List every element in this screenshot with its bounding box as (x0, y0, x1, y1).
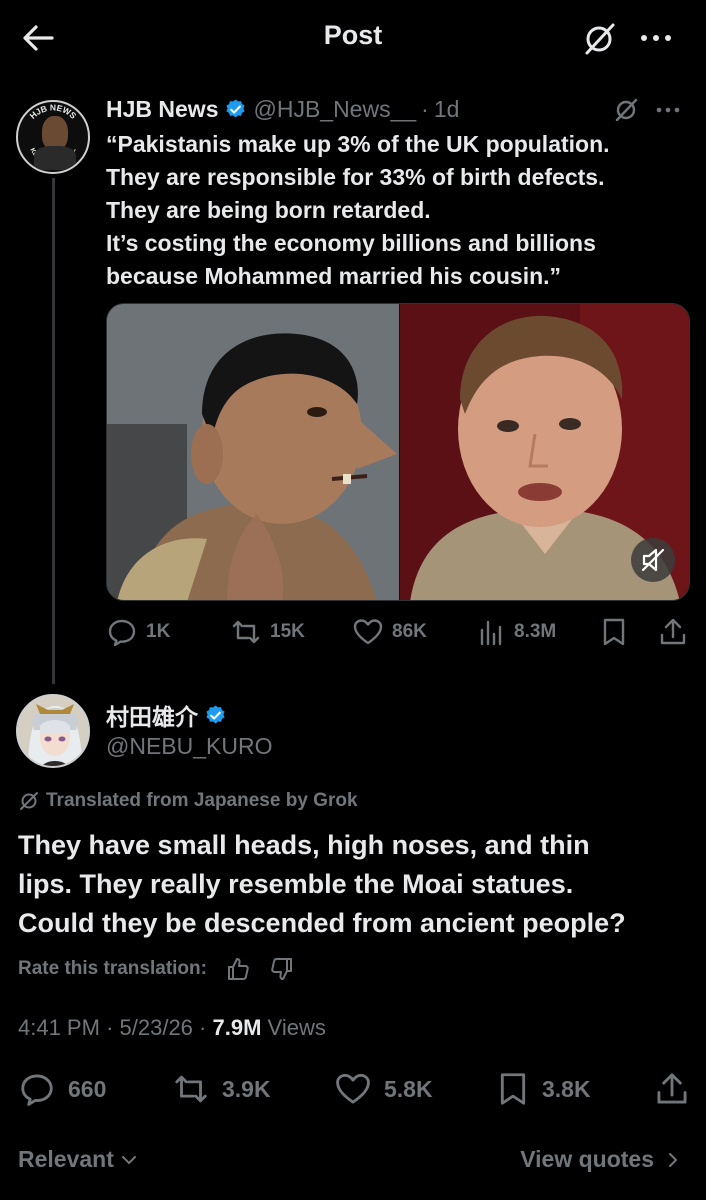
bookmark-count: 3.8K (542, 1075, 591, 1102)
like-count: 86K (392, 621, 427, 642)
grok-icon (585, 23, 615, 55)
reply-button[interactable]: 660 (18, 1066, 106, 1112)
grok-icon (20, 792, 38, 810)
repost-button[interactable]: 3.9K (172, 1066, 271, 1112)
avatar-shirt (34, 146, 76, 170)
author-handle[interactable]: @NEBU_KURO (106, 733, 273, 760)
reply-icon (21, 1074, 53, 1106)
thumbs-down-icon[interactable] (269, 956, 295, 982)
grok-button-small[interactable] (612, 96, 640, 124)
post-text-line: They have small heads, high noses, and t… (18, 830, 590, 860)
translation-note-text: Translated from Japanese by Grok (46, 790, 358, 811)
author-name[interactable]: HJB News (106, 96, 218, 123)
repost-icon (175, 1075, 207, 1103)
post-text-line: They are responsible for 33% of birth de… (106, 164, 605, 190)
post-text: “Pakistanis make up 3% of the UK populat… (106, 128, 696, 293)
reply-icon (108, 619, 136, 647)
media-left-image (107, 304, 399, 600)
views-icon (480, 620, 502, 646)
avatar[interactable] (16, 694, 90, 768)
post-text: They have small heads, high noses, and t… (18, 826, 698, 943)
post-text-line: It’s costing the economy billions and bi… (106, 230, 596, 256)
more-icon (641, 35, 671, 41)
anime-avatar-figure (18, 696, 88, 766)
thumbs-up-icon[interactable] (225, 956, 251, 982)
repost-count: 15K (270, 621, 305, 642)
author-name[interactable]: 村田雄介 (106, 698, 198, 732)
views-count: 8.3M (514, 621, 557, 642)
bookmark-icon (603, 618, 625, 646)
post-actions: 1K 15K 86K 8.3M (106, 612, 690, 652)
like-button[interactable]: 5.8K (334, 1066, 433, 1112)
share-icon (660, 618, 686, 645)
translation-note[interactable]: Translated from Japanese by Grok (18, 790, 358, 812)
more-button-small[interactable] (652, 98, 684, 122)
share-button[interactable] (658, 612, 696, 652)
post-text-line: They are being born retarded. (106, 197, 431, 223)
views-button[interactable]: 8.3M (478, 612, 556, 652)
sort-label: Relevant (18, 1146, 114, 1172)
bookmark-icon (500, 1073, 526, 1105)
more-button[interactable] (636, 20, 676, 56)
grok-button[interactable] (580, 20, 618, 58)
post-text-line: “Pakistanis make up 3% of the UK populat… (106, 131, 610, 157)
reply-count: 1K (146, 621, 171, 642)
chevron-down-icon (121, 1155, 136, 1164)
avatar[interactable]: HJB NEWS KEEPING IT REAL (16, 100, 90, 174)
avatar-face (42, 116, 68, 150)
like-icon (336, 1073, 370, 1104)
view-quotes-link[interactable]: View quotes (520, 1146, 684, 1173)
mute-button[interactable] (631, 538, 675, 582)
rate-translation: Rate this translation: (18, 956, 295, 982)
post-actions: 660 3.9K 5.8K 3.8K (18, 1066, 694, 1112)
verified-icon (226, 98, 246, 117)
bookmark-button[interactable] (600, 612, 636, 652)
like-button[interactable]: 86K (352, 612, 427, 652)
meta-separator: · (199, 1015, 207, 1040)
bookmark-button[interactable]: 3.8K (496, 1066, 591, 1112)
repost-button[interactable]: 15K (230, 612, 305, 652)
reply-count: 660 (68, 1075, 107, 1102)
chevron-right-icon (669, 1152, 677, 1167)
more-icon (656, 107, 680, 113)
post-date[interactable]: 5/23/26 (120, 1015, 193, 1040)
post-meta: 4:41 PM · 5/23/26 · 7.9M Views (18, 1015, 326, 1041)
grok-icon (615, 98, 638, 122)
post-text-line: Could they be descended from ancient peo… (18, 908, 626, 938)
media-video[interactable] (106, 303, 690, 601)
like-icon (353, 619, 383, 645)
repost-count: 3.9K (222, 1075, 271, 1102)
views-count: 7.9M (212, 1015, 262, 1040)
post-time[interactable]: 1d (434, 96, 460, 123)
thread-line (52, 178, 55, 684)
author-row: 村田雄介 (106, 698, 233, 732)
sort-dropdown[interactable]: Relevant (18, 1146, 140, 1173)
meta-separator: · (106, 1015, 114, 1040)
post-text-line: because Mohammed married his cousin.” (106, 263, 562, 289)
verified-icon (206, 704, 225, 723)
post-time[interactable]: 4:41 PM (18, 1015, 100, 1040)
separator: · (421, 95, 429, 122)
reply-button[interactable]: 1K (106, 612, 170, 652)
view-quotes-label: View quotes (520, 1146, 654, 1172)
top-bar: Post (0, 0, 706, 76)
share-icon (657, 1073, 687, 1104)
mute-icon (641, 548, 665, 572)
author-handle[interactable]: @HJB_News__ (253, 96, 416, 123)
views-label: Views (267, 1015, 326, 1040)
repost-icon (232, 620, 260, 644)
share-button[interactable] (654, 1066, 702, 1112)
post-header: HJB News @HJB_News__ · 1d (106, 94, 459, 124)
rate-label: Rate this translation: (18, 958, 207, 979)
left-image-figure (107, 304, 399, 600)
post-text-line: lips. They really resemble the Moai stat… (18, 869, 574, 899)
like-count: 5.8K (384, 1075, 433, 1102)
